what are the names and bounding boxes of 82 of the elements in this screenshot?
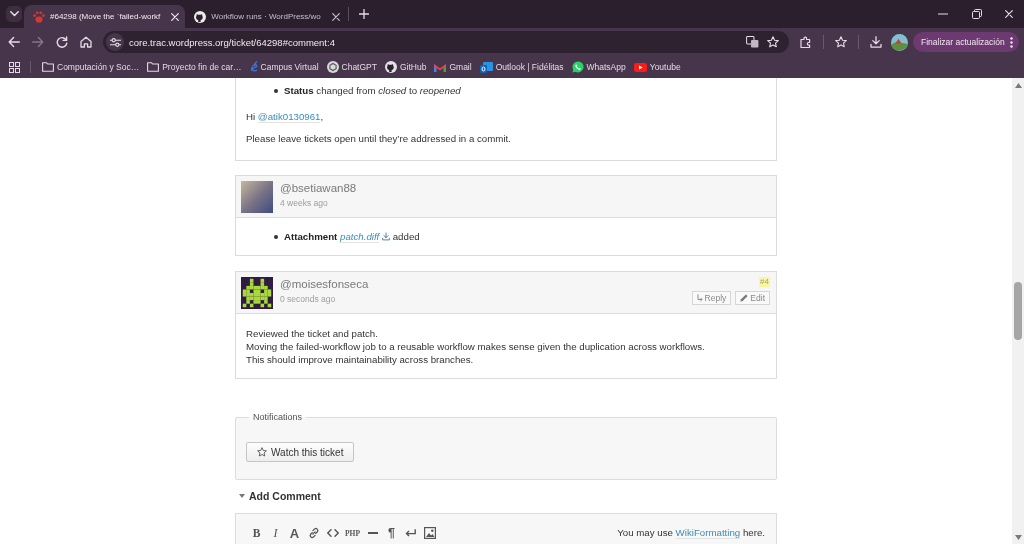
bullet-icon	[274, 235, 278, 239]
bookmark-button[interactable]: GitHub	[380, 58, 431, 76]
watch-button[interactable]: Watch this ticket	[246, 442, 355, 462]
plus-icon	[358, 9, 369, 19]
format-button[interactable]	[421, 525, 438, 541]
star-icon	[257, 447, 267, 457]
bookmark-button[interactable]: ChatGPT	[322, 58, 381, 76]
horizontal-line-icon	[367, 532, 378, 534]
bookmark-button[interactable]: Gmail	[430, 58, 476, 76]
script-letter-icon	[249, 61, 258, 73]
cat-logo-icon	[384, 61, 397, 73]
tab-list-button[interactable]	[6, 6, 22, 22]
back-arrow-icon[interactable]	[8, 36, 20, 48]
section-toggle[interactable]: Add Comment	[239, 490, 321, 502]
comment-text: Moving the failed-workflow job to a reusable workflow makes sense given the duplication across workflows.	[246, 340, 706, 353]
star-icon[interactable]	[835, 36, 847, 48]
close-icon	[171, 12, 180, 21]
letter-m-icon	[434, 62, 447, 72]
bullet-icon	[274, 89, 278, 93]
photo-placeholder	[241, 181, 273, 213]
reload-icon[interactable]	[56, 36, 68, 48]
download-icon	[382, 232, 391, 241]
hexagon-logo-icon	[326, 61, 339, 73]
bookmark-button[interactable]: WhatsApp	[567, 58, 630, 76]
bookmark-button[interactable]: Proyecto fin de car…	[143, 58, 246, 76]
play-button-icon	[633, 62, 647, 72]
home-icon[interactable]	[80, 36, 92, 48]
pencil-icon	[740, 294, 749, 302]
site-info-button[interactable]	[106, 33, 124, 51]
change-entry: Status changed from closed to reopened	[284, 84, 461, 98]
comment-author: @moisesfonseca	[280, 277, 369, 291]
browser-tab[interactable]: #64298 (Move the `failed-workf	[24, 5, 186, 28]
bookmark-button[interactable]: Computación y Soc…	[38, 58, 144, 76]
section-legend: Notifications	[249, 412, 307, 423]
reply-arrow-icon	[696, 294, 703, 302]
tile-logo-icon	[479, 61, 493, 73]
update-button[interactable]: Finalizar actualización	[913, 32, 1019, 52]
paw-icon	[33, 10, 45, 23]
chain-link-icon	[307, 527, 320, 539]
bookmark-button[interactable]: Campus Virtual	[245, 58, 323, 76]
avatar-circle-icon[interactable]	[891, 33, 908, 51]
scrollbar-thumb[interactable]	[1014, 282, 1022, 340]
format-button[interactable]: ¶	[383, 525, 400, 541]
bookmark-button[interactable]: Outlook | Fidélitas	[475, 58, 568, 76]
triangle-down-icon[interactable]	[1014, 535, 1022, 540]
folder-icon	[42, 62, 54, 72]
format-button[interactable]: I	[267, 525, 284, 541]
triangle-up-icon[interactable]	[1014, 83, 1022, 88]
format-button[interactable]: A	[286, 525, 303, 541]
cat-logo-icon	[194, 10, 207, 23]
close-icon	[331, 12, 340, 21]
image-icon	[423, 527, 436, 539]
scrollbar[interactable]	[1012, 78, 1024, 544]
chevron-down-icon	[9, 11, 19, 17]
format-button[interactable]: B	[248, 525, 265, 541]
caret-icon[interactable]	[239, 493, 245, 499]
more-menu-icon	[1009, 36, 1013, 48]
comment-text: Hi @atik0130961,	[246, 110, 325, 124]
edit-button[interactable]: Edit	[735, 291, 770, 305]
bookmark-button[interactable]: Youtube	[629, 58, 685, 76]
sliders-icon	[109, 37, 121, 47]
change-entry: Attachment patch.diff added	[284, 230, 420, 244]
minimize-icon	[938, 13, 948, 15]
comment-text: Please leave tickets open until they’re addressed in a commit.	[246, 132, 512, 146]
folder-icon	[147, 62, 160, 72]
comment-author: @bsetiawan88	[280, 181, 357, 195]
address-field[interactable]: core.trac.wordpress.org/ticket/64298#comment:4	[103, 31, 789, 53]
return-arrow-icon	[405, 529, 416, 537]
browser-tab[interactable]: Workflow runs · WordPress/wo	[185, 5, 346, 28]
pixel-art-avatar	[241, 277, 273, 309]
puzzle-piece-icon[interactable]	[800, 36, 812, 48]
wiki-formatting-link[interactable]: WikiFormatting	[675, 527, 741, 539]
code-brackets-icon	[326, 529, 339, 537]
close-icon	[1005, 10, 1013, 18]
attachment-link[interactable]: patch.diff	[340, 231, 380, 243]
formatting-hint: You may use WikiFormatting here.	[617, 526, 765, 541]
restore-icon	[972, 9, 982, 19]
comment-text: This should improve maintainability across branches.	[246, 353, 475, 366]
download-icon[interactable]	[870, 36, 882, 48]
chat-bubble-icon	[571, 61, 584, 73]
reply-button[interactable]: Reply	[691, 291, 732, 305]
comment-text: Reviewed the ticket and patch.	[246, 327, 379, 340]
